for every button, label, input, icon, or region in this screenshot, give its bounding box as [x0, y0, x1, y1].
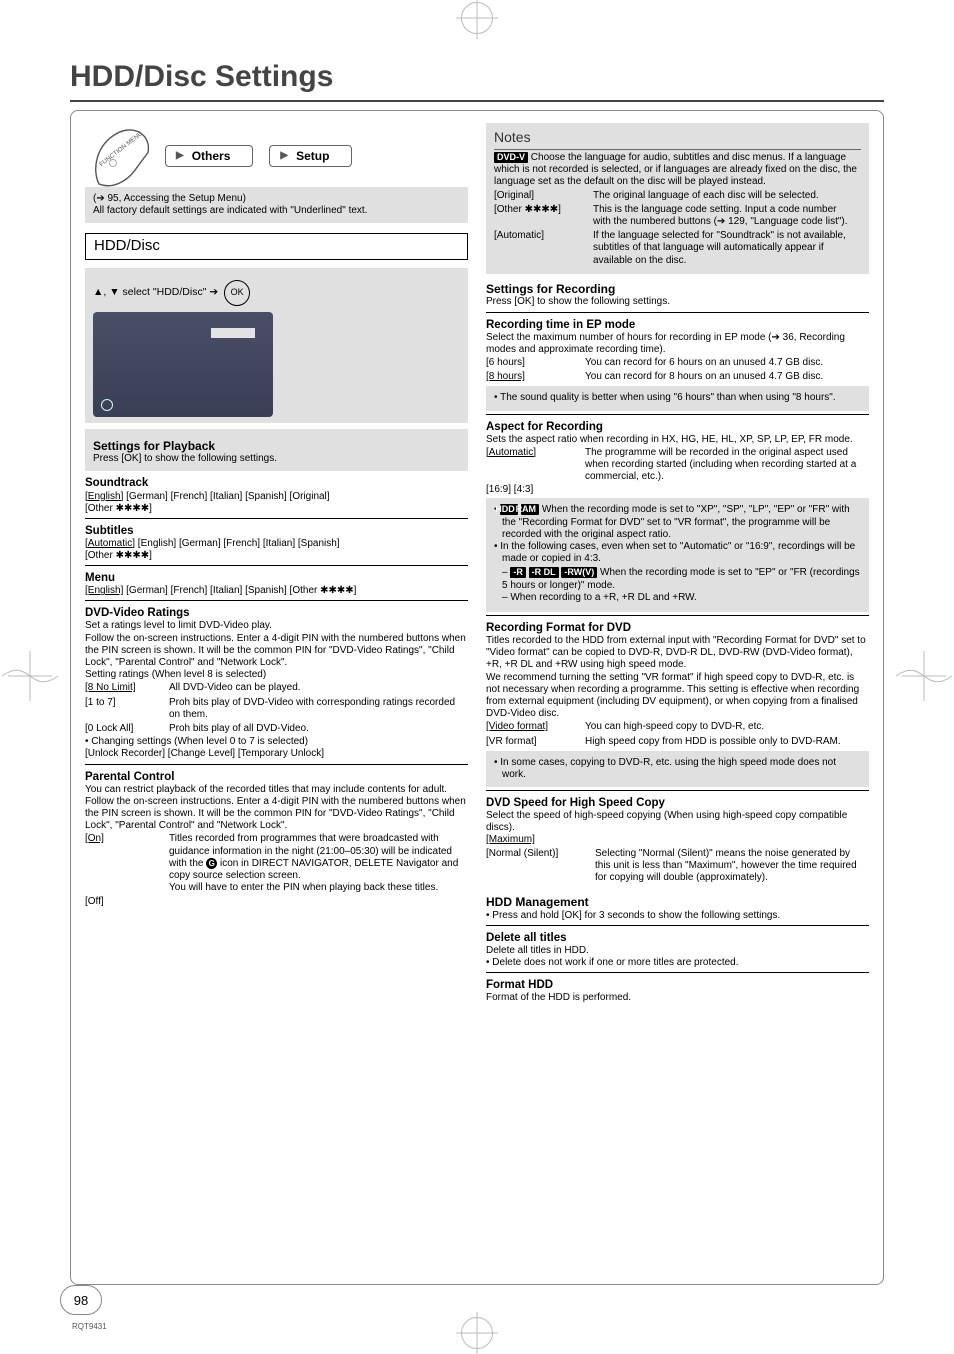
recfmt-body: Titles recorded to the HDD from external…	[486, 635, 869, 720]
rec-ep-8h-k: [8 hours]	[486, 371, 525, 382]
recfmt-note: • In some cases, copying to DVD-R, etc. …	[494, 757, 861, 781]
function-menu-remote-icon: FUNCTION MENU	[85, 121, 155, 191]
aspect-dash2: When recording to a +R, +R DL and +RW.	[502, 592, 861, 604]
del-titles-body: Delete all titles in HDD.	[486, 945, 869, 957]
dvd-ratings-setting8: Setting ratings (When level 8 is selecte…	[85, 669, 468, 681]
dvdspeed-max: [Maximum]	[486, 834, 535, 845]
page-title: HDD/Disc Settings	[70, 60, 884, 94]
rating-0lock-v: Proh bits play of all DVD-Video.	[169, 722, 468, 736]
tv-selected-tab	[211, 328, 255, 338]
hdd-disc-heading: HDD/Disc	[85, 233, 468, 259]
rating-1to7-k: [1 to 7]	[85, 696, 169, 722]
rating-0lock-k: [0 Lock All]	[85, 722, 169, 736]
r-badge: -R	[510, 567, 526, 578]
aspect-extra: [16:9] [4:3]	[486, 484, 869, 496]
dvdv-badge: DVD-V	[494, 152, 528, 163]
aspect-note1: When the recording mode is set to "XP", …	[502, 504, 850, 539]
aspect-auto-v: The programme will be recorded in the or…	[585, 446, 869, 485]
parental-off-k: [Off]	[85, 895, 169, 909]
rec-ep-note: • The sound quality is better when using…	[494, 392, 861, 404]
notes-heading: Notes	[494, 129, 861, 146]
notes-original-v: The original language of each disc will …	[593, 189, 861, 203]
parental-heading: Parental Control	[85, 770, 468, 784]
menu-setup-label: Setup	[296, 149, 329, 164]
settings-recording-heading: Settings for Recording	[486, 282, 869, 297]
notes-dvdv-body: Choose the language for audio, subtitles…	[494, 152, 857, 187]
dvd-ratings-heading: DVD-Video Ratings	[85, 606, 468, 620]
settings-recording-sub: Press [OK] to show the following setting…	[486, 296, 869, 308]
recfmt-vr-k: [VR format]	[486, 735, 585, 749]
dvd-ratings-changing-opts: [Unlock Recorder] [Change Level] [Tempor…	[85, 748, 468, 760]
rec-ep-6h-v: You can record for 6 hours on an unused …	[585, 356, 869, 370]
menu-heading: Menu	[85, 571, 468, 585]
rating-8nolimit-v: All DVD-Video can be played.	[169, 681, 468, 695]
rec-ep-body: Select the maximum number of hours for r…	[486, 332, 869, 356]
menu-setup-button[interactable]: ▶Setup	[269, 145, 352, 168]
notes-auto-v: If the language selected for "Soundtrack…	[593, 229, 861, 268]
rec-ep-8h-v: You can record for 8 hours on an unused …	[585, 370, 869, 384]
menu-others-button[interactable]: ▶Others	[165, 145, 253, 168]
parental-body: You can restrict playback of the recorde…	[85, 784, 468, 833]
notes-auto-k: [Automatic]	[494, 229, 593, 268]
dvdspeed-normal-k: [Normal (Silent)]	[486, 847, 595, 886]
page-number: 98	[60, 1285, 102, 1315]
parental-on-k: [On]	[85, 833, 104, 844]
recfmt-vr-v: High speed copy from HDD is possible onl…	[585, 735, 869, 749]
format-hdd-body: Format of the HDD is performed.	[486, 992, 869, 1004]
del-titles-note: • Delete does not work if one or more ti…	[486, 957, 869, 969]
soundtrack-heading: Soundtrack	[85, 476, 468, 490]
aspect-auto-k: [Automatic]	[486, 447, 536, 458]
dvdspeed-normal-v: Selecting "Normal (Silent)" means the no…	[595, 847, 869, 886]
recfmt-video-v: You can high-speed copy to DVD-R, etc.	[585, 720, 869, 734]
select-hdd-disc-text: ▲, ▼ select "HDD/Disc" ➔	[93, 286, 218, 299]
rating-1to7-v: Proh bits play of DVD-Video with corresp…	[169, 696, 468, 722]
subtitles-heading: Subtitles	[85, 524, 468, 538]
ok-button-icon[interactable]: OK	[224, 280, 250, 306]
notes-other-v: This is the language code setting. Input…	[593, 203, 861, 229]
guidance-g-icon: G	[206, 858, 217, 869]
rating-8nolimit-k: [8 No Limit]	[85, 682, 136, 693]
dvd-ratings-body: Set a ratings level to limit DVD-Video p…	[85, 620, 468, 669]
aspect-note2: • In the following cases, even when set …	[494, 541, 861, 565]
access-note: (➔ 95, Accessing the Setup Menu)	[93, 193, 460, 205]
hdd-mgmt-heading: HDD Management	[486, 895, 869, 910]
footer-code: RQT9431	[72, 1322, 107, 1331]
rec-ep-6h-k: [6 hours]	[486, 356, 585, 370]
ram-badge: RAM	[521, 504, 540, 515]
aspect-body: Sets the aspect ratio when recording in …	[486, 434, 869, 446]
hdd-mgmt-body: • Press and hold [OK] for 3 seconds to s…	[486, 910, 869, 922]
rec-ep-heading: Recording time in EP mode	[486, 318, 869, 332]
settings-playback-heading: Settings for Playback	[93, 439, 460, 454]
recfmt-heading: Recording Format for DVD	[486, 621, 869, 635]
dvdspeed-heading: DVD Speed for High Speed Copy	[486, 796, 869, 810]
tv-return-indicator	[101, 399, 115, 411]
dvdspeed-body: Select the speed of high-speed copying (…	[486, 810, 869, 834]
recfmt-video-k: [Video format]	[486, 721, 548, 732]
notes-other-k: [Other ✱✱✱✱]	[494, 203, 593, 229]
settings-playback-sub: Press [OK] to show the following setting…	[93, 453, 460, 465]
tv-screen-preview	[93, 312, 273, 417]
rdl-badge: -R DL	[529, 567, 559, 578]
factory-note: All factory default settings are indicat…	[93, 205, 460, 217]
menu-others-label: Others	[192, 149, 231, 164]
aspect-heading: Aspect for Recording	[486, 420, 869, 434]
rwv-badge: -RW(V)	[561, 567, 597, 578]
notes-original-k: [Original]	[494, 189, 593, 203]
format-hdd-heading: Format HDD	[486, 978, 869, 992]
dvd-ratings-changing: • Changing settings (When level 0 to 7 i…	[85, 736, 468, 748]
del-titles-heading: Delete all titles	[486, 931, 869, 945]
